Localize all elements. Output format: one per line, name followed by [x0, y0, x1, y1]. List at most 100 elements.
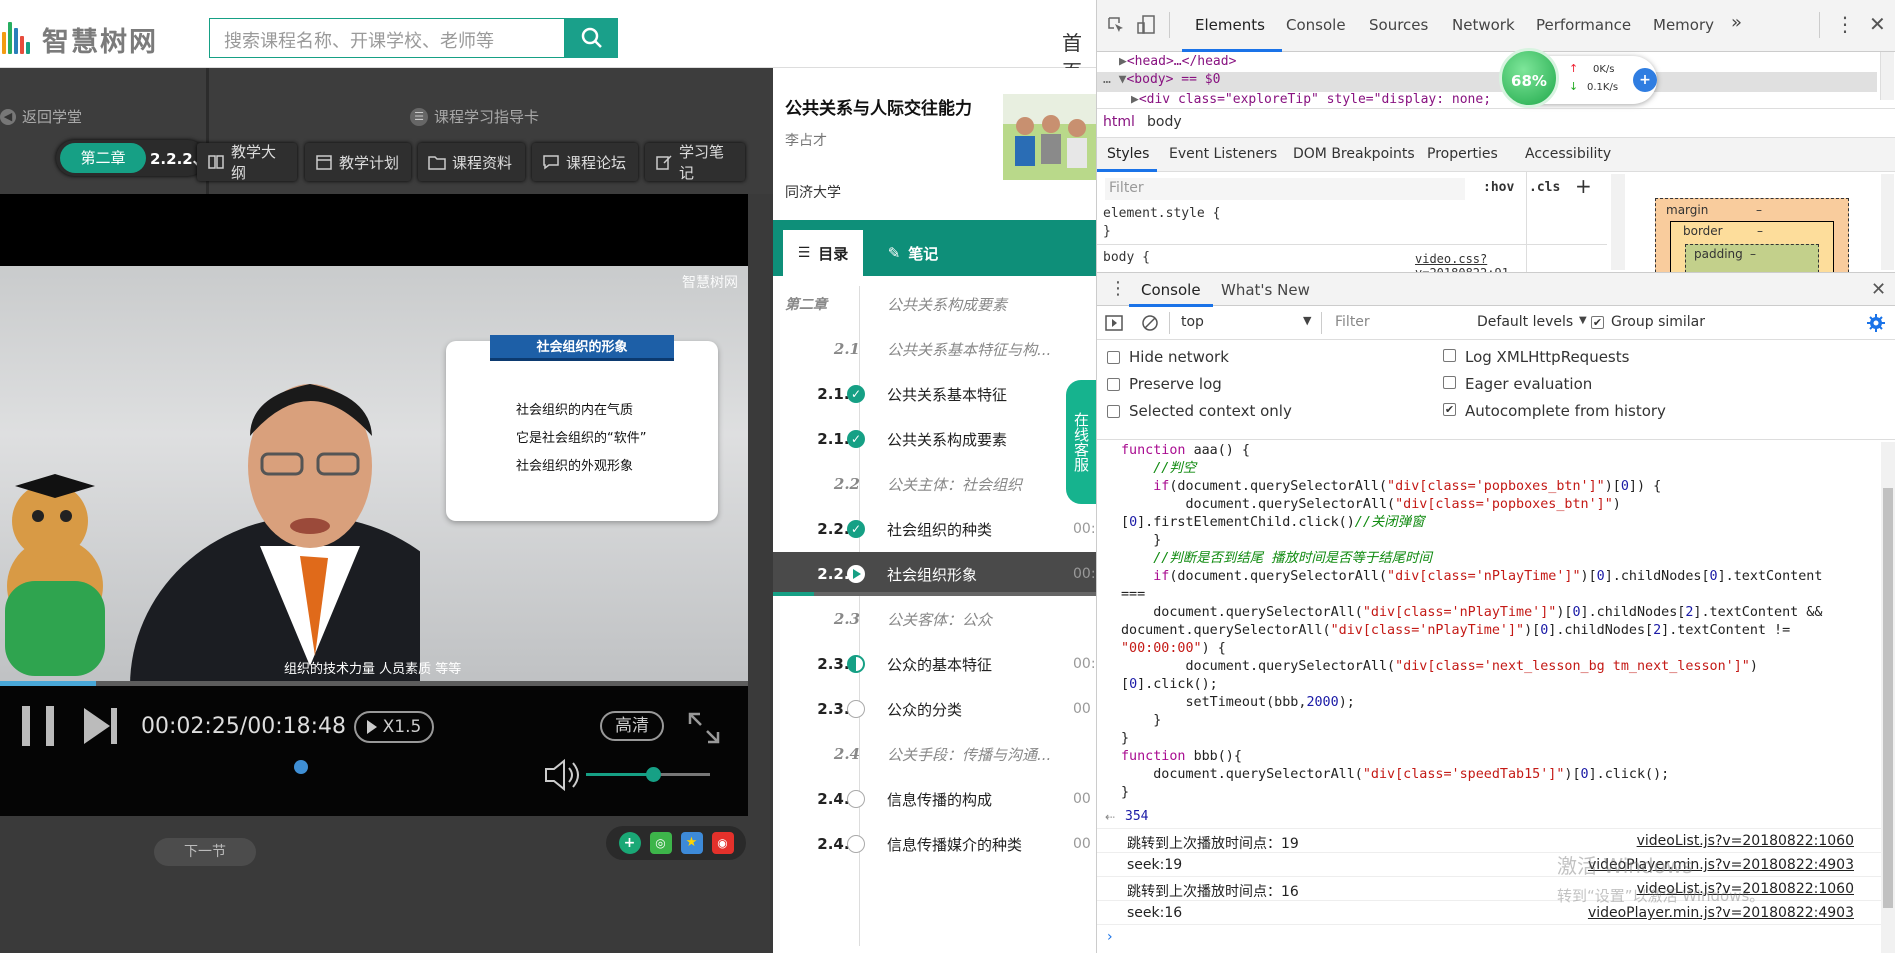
console-filter[interactable]: Filter — [1329, 312, 1469, 334]
weibo-icon[interactable]: ◉ — [711, 832, 734, 854]
add-icon[interactable]: + — [1633, 68, 1657, 92]
breadcrumb-html[interactable]: html — [1103, 114, 1135, 130]
lesson-item[interactable]: 2.3 公关客体：公众 — [773, 597, 1096, 641]
subtab-styles[interactable]: Styles — [1107, 146, 1149, 162]
new-rule-icon[interactable]: + — [1575, 174, 1592, 198]
devtools-tab-sources[interactable]: Sources — [1369, 16, 1428, 34]
devtools-tab-network[interactable]: Network — [1452, 16, 1515, 34]
devtools-tab-performance[interactable]: Performance — [1536, 16, 1631, 34]
sidebar-toggle-icon[interactable] — [1105, 315, 1123, 331]
log-xhr-checkbox[interactable] — [1443, 349, 1456, 362]
close-icon[interactable]: ✕ — [1869, 12, 1886, 36]
subtab-event-listeners[interactable]: Event Listeners — [1169, 146, 1277, 162]
toolbar-materials-button[interactable]: 课程资料 — [418, 143, 525, 181]
devtools-tab-memory[interactable]: Memory — [1653, 16, 1714, 34]
drawer-close-icon[interactable]: ✕ — [1871, 279, 1886, 300]
lesson-item[interactable]: 2.4 公关手段：传播与沟通... — [773, 732, 1096, 776]
log-source-link[interactable]: videoList.js?v=20180822:1060 — [1637, 833, 1854, 849]
console-code-input[interactable]: setInterval(aaa,3000); function aaa() { … — [1121, 440, 1891, 802]
volume-slider[interactable] — [586, 767, 710, 782]
log-source-link[interactable]: videoPlayer.min.js?v=20180822:4903 — [1588, 905, 1854, 921]
more-tabs-button[interactable]: » — [1731, 12, 1742, 33]
next-lesson-button[interactable]: 下一节 — [154, 838, 256, 866]
context-dropdown-icon[interactable]: ▼ — [1303, 314, 1311, 327]
console-scroll-thumb[interactable] — [1883, 488, 1893, 908]
dom-line[interactable]: ▶<div class="exploreTip" style="display:… — [1131, 92, 1491, 107]
clear-console-icon[interactable] — [1141, 314, 1159, 332]
toolbar-plan-button[interactable]: 教学计划 — [305, 143, 411, 181]
toolbar-forum-button[interactable]: 课程论坛 — [532, 143, 638, 181]
lesson-item[interactable]: 2.1.2 ✓ 公共关系构成要素 — [773, 417, 1096, 461]
tab-catalog[interactable]: ☰ 目录 — [783, 230, 863, 276]
cls-toggle[interactable]: .cls — [1529, 180, 1560, 195]
inspect-icon[interactable] — [1107, 16, 1125, 34]
console-log-row: seek:16 videoPlayer.min.js?v=20180822:49… — [1097, 900, 1895, 924]
subtab-properties[interactable]: Properties — [1427, 146, 1498, 162]
lesson-item[interactable]: 2.1.1 ✓ 公共关系基本特征 — [773, 372, 1096, 416]
console-scrollbar[interactable] — [1881, 442, 1895, 953]
video-frame[interactable]: 智慧树网 社会组织的形象 社会组织的内在气质 它是社会组织的“软件” 社会组织的… — [0, 266, 748, 686]
autocomplete-checkbox[interactable]: ✔ — [1443, 403, 1456, 416]
drawer-tab-whats-new[interactable]: What's New — [1221, 281, 1310, 299]
log-levels-select[interactable]: Default levels — [1477, 314, 1573, 330]
styles-scrollbar[interactable] — [1611, 174, 1625, 270]
group-similar-checkbox[interactable]: ✔ — [1591, 316, 1604, 329]
subtab-accessibility[interactable]: Accessibility — [1525, 146, 1611, 162]
selected-context-checkbox[interactable] — [1107, 405, 1120, 418]
online-service-button[interactable]: 在线客服 — [1066, 380, 1096, 504]
logo-text[interactable]: 智慧树网 — [42, 20, 158, 59]
drawer-tab-console[interactable]: Console — [1141, 281, 1201, 299]
lesson-item[interactable]: 2.3.2 公众的分类 00 — [773, 687, 1096, 731]
volume-icon[interactable] — [542, 758, 582, 792]
console-prompt[interactable]: › — [1097, 924, 1895, 953]
devtools-tab-elements[interactable]: Elements — [1195, 16, 1265, 34]
search-button[interactable] — [565, 18, 618, 58]
plus-icon[interactable]: + — [618, 832, 641, 854]
quality-button[interactable]: 高清 — [600, 711, 664, 741]
lesson-item[interactable]: 2.4.2 信息传播媒介的种类 00 — [773, 822, 1096, 866]
menu-icon[interactable]: ⋮ — [1835, 12, 1855, 36]
toolbar-notes-button[interactable]: 学习笔记 — [645, 143, 745, 182]
toolbar-syllabus-button[interactable]: 教学大纲 — [197, 143, 297, 182]
styles-filter[interactable]: Filter — [1105, 178, 1465, 200]
preserve-log-checkbox[interactable] — [1107, 378, 1120, 391]
logo-icon[interactable] — [2, 20, 36, 54]
lesson-item[interactable]: 2.2.2 社会组织形象 00: — [773, 552, 1096, 596]
search-input[interactable]: 搜索课程名称、开课学校、老师等 — [209, 18, 565, 58]
next-frame-icon[interactable] — [82, 706, 118, 746]
qzone-icon[interactable]: ★ — [680, 832, 703, 854]
tab-notes[interactable]: ✎ 笔记 — [873, 230, 953, 276]
lesson-item[interactable]: 2.3.1 公众的基本特征 00: — [773, 642, 1096, 686]
lesson-item[interactable]: 2.1 公共关系基本特征与构... — [773, 327, 1096, 371]
wechat-icon[interactable]: ◎ — [649, 832, 672, 854]
chat-icon — [543, 155, 559, 170]
eager-eval-checkbox[interactable] — [1443, 376, 1456, 389]
video-watermark: 智慧树网 — [682, 275, 738, 291]
device-toggle-icon[interactable] — [1137, 15, 1157, 35]
guide-link[interactable]: ☰ 课程学习指导卡 — [410, 106, 539, 127]
context-select[interactable]: top — [1181, 314, 1204, 330]
dom-line-selected[interactable]: … ▼<body> == $0 — [1097, 72, 1877, 92]
hov-toggle[interactable]: :hov — [1483, 180, 1514, 195]
fullscreen-icon[interactable] — [688, 712, 720, 744]
levels-dropdown-icon[interactable]: ▼ — [1579, 315, 1587, 326]
subtab-dom-breakpoints[interactable]: DOM Breakpoints — [1293, 146, 1415, 162]
chapter-badge[interactable]: 第二章 — [60, 143, 146, 173]
breadcrumb-body[interactable]: body — [1147, 114, 1182, 130]
video-player[interactable]: 智慧树网 社会组织的形象 社会组织的内在气质 它是社会组织的“软件” 社会组织的… — [0, 194, 748, 816]
drawer-menu-icon[interactable]: ⋮ — [1109, 278, 1127, 299]
devtools-tab-console[interactable]: Console — [1286, 16, 1346, 34]
lesson-item[interactable]: 2.2 公关主体：社会组织 — [773, 462, 1096, 506]
dom-scrollbar[interactable] — [1880, 52, 1894, 100]
lesson-item[interactable]: 第二章 公共关系构成要素 — [773, 282, 1096, 326]
dom-line[interactable]: ▶<head>…</head> — [1119, 54, 1236, 69]
back-link[interactable]: ◀ 返回学堂 — [0, 106, 82, 127]
lesson-item[interactable]: 2.4.1 信息传播的构成 00 — [773, 777, 1096, 821]
console-settings-icon[interactable] — [1867, 314, 1885, 332]
box-scrollbar[interactable] — [1881, 174, 1894, 270]
lesson-item[interactable]: 2.2.1 ✓ 社会组织的种类 00: — [773, 507, 1096, 551]
volume-knob[interactable] — [645, 767, 661, 782]
hide-network-checkbox[interactable] — [1107, 351, 1120, 364]
pause-icon[interactable] — [22, 706, 56, 746]
speed-button[interactable]: X1.5 — [354, 711, 434, 743]
